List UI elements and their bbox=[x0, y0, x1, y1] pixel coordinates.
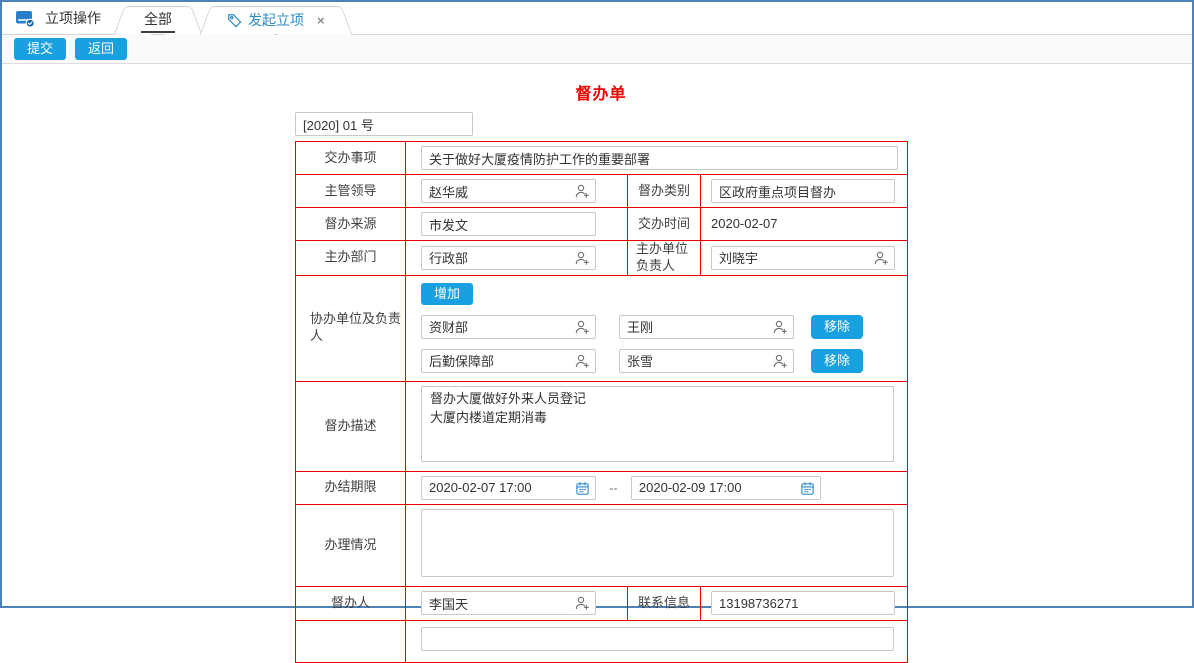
doc-number-input[interactable] bbox=[295, 112, 473, 136]
tag-icon bbox=[227, 13, 242, 28]
person-add-icon[interactable] bbox=[873, 250, 889, 271]
app-document-check-icon bbox=[15, 9, 36, 28]
partial-row-input[interactable] bbox=[421, 627, 894, 651]
tab-initiate-label: 发起立项 bbox=[248, 10, 304, 30]
supervision-form-table: 交办事项 主管领导 bbox=[295, 141, 908, 663]
host-dept-label: 主办部门 bbox=[296, 241, 406, 276]
content-area: 督办单 交办事项 主管领导 bbox=[2, 64, 1192, 663]
calendar-icon[interactable] bbox=[800, 481, 815, 501]
person-add-icon[interactable] bbox=[574, 183, 590, 204]
contact-label: 联系信息 bbox=[628, 586, 701, 620]
tab-all-label: 全部 bbox=[141, 8, 175, 33]
supervisor-input[interactable] bbox=[421, 591, 596, 615]
co-org-person-input[interactable] bbox=[619, 349, 794, 373]
tab-all[interactable]: 全部 bbox=[127, 6, 189, 34]
person-add-icon[interactable] bbox=[772, 319, 788, 340]
co-org-row: 移除 bbox=[421, 315, 907, 339]
submit-button[interactable]: 提交 bbox=[14, 38, 66, 60]
back-button[interactable]: 返回 bbox=[75, 38, 127, 60]
close-icon[interactable]: × bbox=[317, 14, 325, 27]
tab-initiate-project[interactable]: 发起立项 × bbox=[213, 6, 339, 34]
remove-co-org-button[interactable]: 移除 bbox=[811, 315, 863, 339]
progress-textarea[interactable] bbox=[421, 509, 894, 577]
person-add-icon[interactable] bbox=[574, 250, 590, 271]
deadline-separator: -- bbox=[609, 481, 617, 495]
app-title-area: 立项操作 bbox=[2, 2, 117, 34]
deadline-label: 办结期限 bbox=[296, 471, 406, 504]
deadline-end-input[interactable] bbox=[631, 476, 821, 500]
person-add-icon[interactable] bbox=[772, 353, 788, 374]
lead-leader-input[interactable] bbox=[421, 179, 596, 203]
contact-input[interactable] bbox=[711, 591, 895, 615]
calendar-icon[interactable] bbox=[575, 481, 590, 501]
assigned-matter-label: 交办事项 bbox=[296, 142, 406, 175]
source-label: 督办来源 bbox=[296, 208, 406, 241]
assigned-matter-input[interactable] bbox=[421, 146, 898, 170]
co-org-unit-input[interactable] bbox=[421, 315, 596, 339]
form-title: 督办单 bbox=[295, 80, 907, 104]
co-org-unit-input[interactable] bbox=[421, 349, 596, 373]
page-title: 立项操作 bbox=[45, 8, 101, 28]
person-add-icon[interactable] bbox=[574, 319, 590, 340]
tab-strip: 全部 发起立项 × bbox=[117, 2, 353, 34]
co-org-row: 移除 bbox=[421, 349, 907, 373]
action-toolbar: 提交 返回 bbox=[2, 35, 1192, 64]
person-add-icon[interactable] bbox=[574, 353, 590, 374]
tab-bar: 立项操作 全部 发起立项 × bbox=[2, 2, 1192, 35]
supervisor-label: 督办人 bbox=[296, 586, 406, 620]
category-input[interactable] bbox=[711, 179, 895, 203]
description-label: 督办描述 bbox=[296, 381, 406, 471]
description-textarea[interactable]: 督办大厦做好外来人员登记 大厦内楼道定期消毒 bbox=[421, 386, 894, 462]
source-input[interactable] bbox=[421, 212, 596, 236]
remove-co-org-button[interactable]: 移除 bbox=[811, 349, 863, 373]
partial-row-label bbox=[296, 620, 406, 662]
assign-time-value: 2020-02-07 bbox=[711, 216, 778, 231]
co-org-person-input[interactable] bbox=[619, 315, 794, 339]
host-leader-input[interactable] bbox=[711, 246, 895, 270]
add-co-org-button[interactable]: 增加 bbox=[421, 283, 473, 305]
assign-time-label: 交办时间 bbox=[628, 208, 701, 241]
host-dept-input[interactable] bbox=[421, 246, 596, 270]
co-org-label: 协办单位及负责人 bbox=[296, 275, 406, 381]
lead-leader-label: 主管领导 bbox=[296, 175, 406, 208]
deadline-start-input[interactable] bbox=[421, 476, 596, 500]
progress-label: 办理情况 bbox=[296, 504, 406, 586]
person-add-icon[interactable] bbox=[574, 595, 590, 616]
category-label: 督办类别 bbox=[628, 175, 701, 208]
host-leader-label: 主办单位负责人 bbox=[628, 241, 701, 276]
